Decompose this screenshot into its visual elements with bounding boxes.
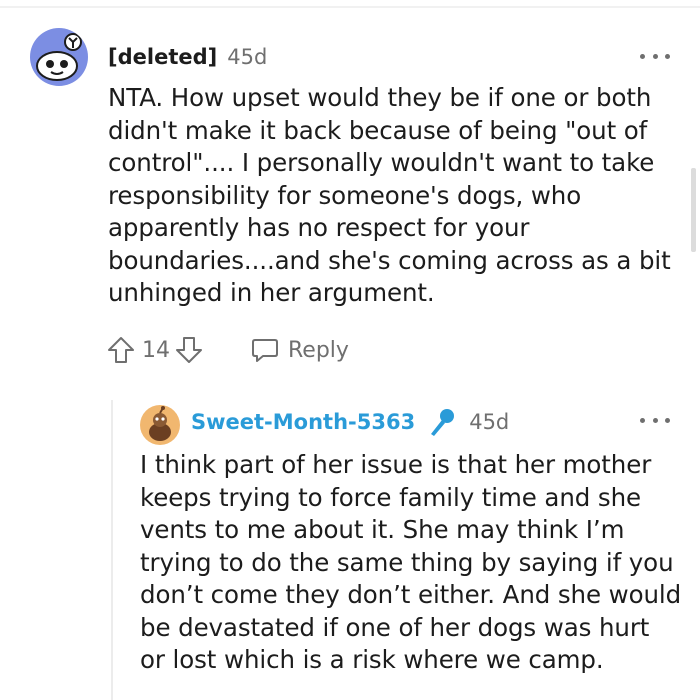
- comment-header: [deleted] 45d: [108, 40, 267, 74]
- more-options-icon[interactable]: [640, 413, 670, 427]
- upvote-arrow-icon[interactable]: [106, 335, 136, 365]
- microphone-icon: [425, 405, 459, 439]
- reply-author[interactable]: Sweet-Month-5363: [191, 410, 415, 434]
- reply-body: I think part of her issue is that her mo…: [140, 450, 682, 674]
- avatar[interactable]: [30, 28, 88, 86]
- comment-age: 45d: [227, 45, 268, 69]
- comment-body: NTA. How upset would they be if one or b…: [108, 83, 671, 307]
- snoo-avatar-icon: [149, 406, 171, 441]
- top-divider: [0, 6, 700, 8]
- comment-author[interactable]: [deleted]: [108, 45, 217, 69]
- comment-actions: 14 Reply: [106, 330, 349, 370]
- reply-header: Sweet-Month-5363 45d: [191, 404, 509, 440]
- downvote-arrow-icon[interactable]: [174, 335, 204, 365]
- scrollbar-thumb[interactable]: [691, 168, 696, 252]
- snoo-avatar-icon: [36, 33, 82, 81]
- vote-count: 14: [142, 337, 170, 363]
- reply-button[interactable]: Reply: [250, 335, 349, 365]
- thread-line[interactable]: [111, 400, 113, 700]
- more-options-icon[interactable]: [640, 49, 670, 63]
- speech-bubble-icon: [250, 335, 280, 365]
- reply-label: Reply: [288, 337, 349, 363]
- reply-age: 45d: [469, 410, 510, 434]
- reply-avatar[interactable]: [140, 405, 180, 445]
